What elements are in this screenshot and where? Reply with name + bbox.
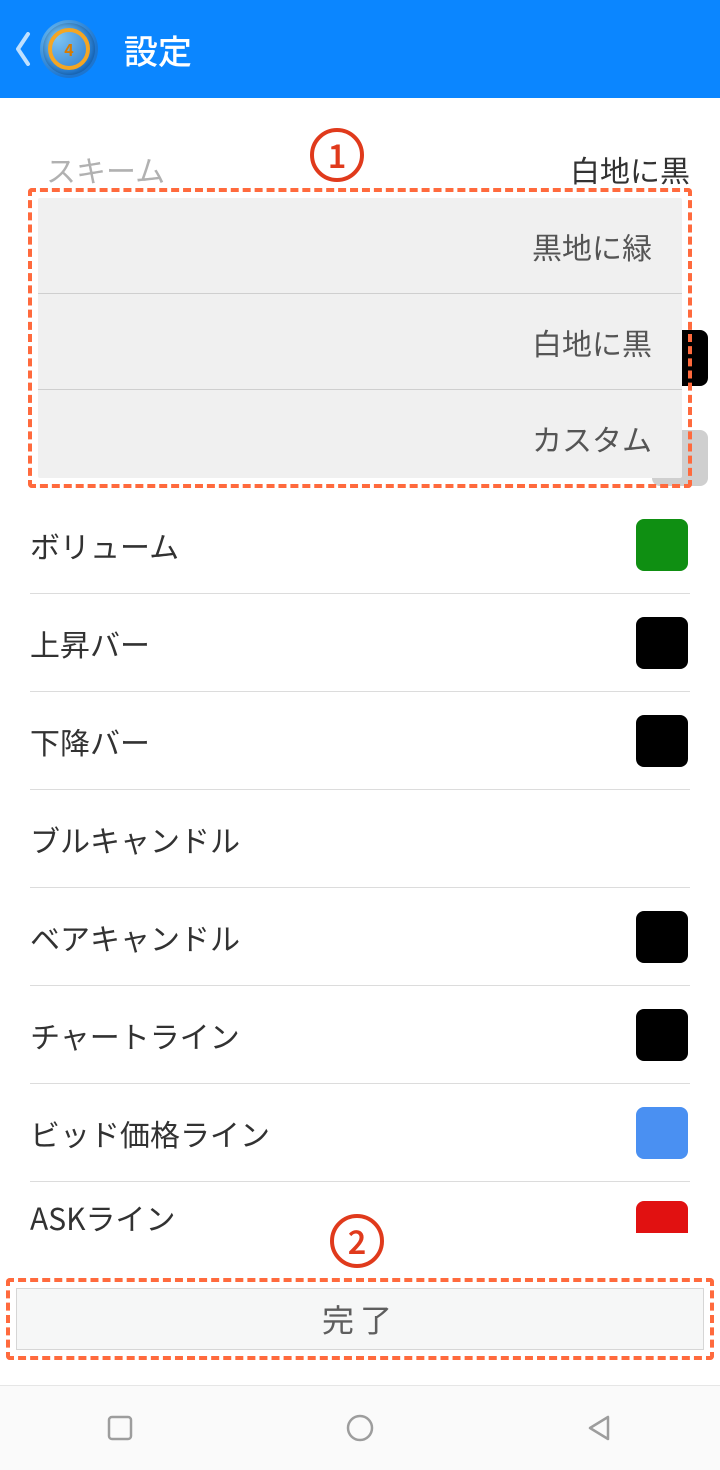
app-header: 4 設定 (0, 0, 720, 98)
nav-back-button[interactable] (580, 1408, 620, 1448)
scheme-dropdown-highlight: 黒地に緑 白地に黒 カスタム (28, 188, 692, 488)
android-navbar (0, 1385, 720, 1470)
setting-bear-candle[interactable]: ベアキャンドル (30, 888, 690, 986)
color-swatch[interactable] (636, 1107, 688, 1159)
scheme-option-green-on-black[interactable]: 黒地に緑 (38, 198, 682, 294)
color-settings-list: ボリューム 上昇バー 下降バー ブルキャンドル ベアキャンドル チャートライン … (0, 496, 720, 1252)
scheme-dropdown: 黒地に緑 白地に黒 カスタム (38, 198, 682, 478)
done-button-label: 完了 (322, 1296, 398, 1342)
callout-1-label: 1 (328, 132, 347, 178)
color-swatch[interactable] (636, 1201, 688, 1233)
app-icon: 4 (40, 20, 98, 78)
setting-label: ブルキャンドル (30, 817, 240, 861)
nav-home-button[interactable] (340, 1408, 380, 1448)
page-title: 設定 (124, 25, 192, 74)
scheme-option-custom[interactable]: カスタム (38, 390, 682, 486)
back-button[interactable] (14, 29, 32, 69)
setting-chart-line[interactable]: チャートライン (30, 986, 690, 1084)
color-swatch[interactable] (636, 1009, 688, 1061)
scheme-option-black-on-white[interactable]: 白地に黒 (38, 294, 682, 390)
setting-label: ビッド価格ライン (30, 1111, 270, 1155)
setting-label: ベアキャンドル (30, 915, 240, 959)
callout-1: 1 (310, 128, 364, 182)
scheme-value: 白地に黒 (570, 147, 690, 191)
setting-bull-candle[interactable]: ブルキャンドル (30, 790, 690, 888)
setting-volume[interactable]: ボリューム (30, 496, 690, 594)
nav-recent-button[interactable] (100, 1408, 140, 1448)
setting-bid-line[interactable]: ビッド価格ライン (30, 1084, 690, 1182)
done-button-highlight: 完了 (6, 1278, 714, 1360)
setting-label: チャートライン (30, 1013, 240, 1057)
color-swatch[interactable] (636, 617, 688, 669)
done-button[interactable]: 完了 (16, 1288, 704, 1350)
setting-label: 上昇バー (30, 621, 150, 665)
setting-bull-bar[interactable]: 上昇バー (30, 594, 690, 692)
scheme-label: スキーム (46, 147, 165, 191)
setting-label: 下降バー (30, 719, 150, 763)
setting-label: ボリューム (30, 523, 179, 567)
callout-2: 2 (330, 1214, 384, 1268)
color-swatch[interactable] (636, 911, 688, 963)
setting-label: ASKライン (30, 1195, 176, 1239)
color-swatch[interactable] (636, 519, 688, 571)
setting-bear-bar[interactable]: 下降バー (30, 692, 690, 790)
color-swatch[interactable] (636, 715, 688, 767)
callout-2-label: 2 (348, 1218, 367, 1264)
